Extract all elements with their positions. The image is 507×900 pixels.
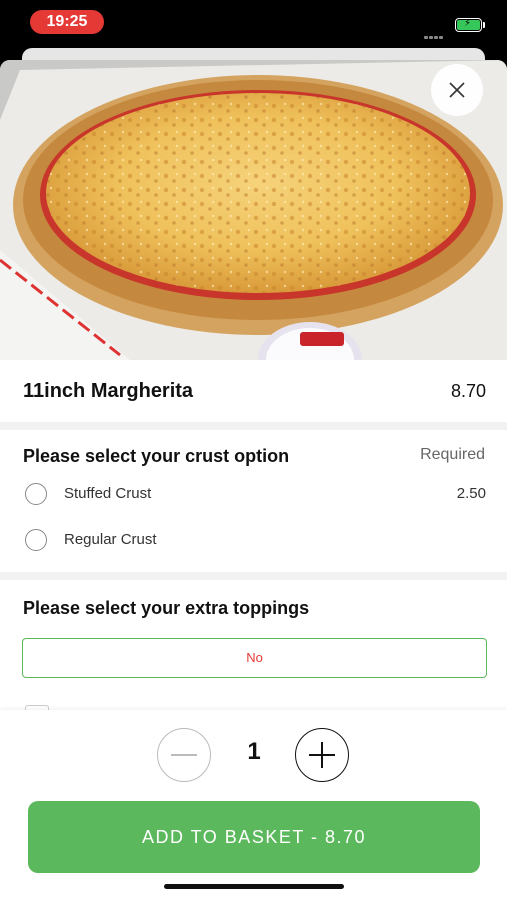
quantity-value: 1 [247,738,261,765]
status-time: 19:25 [30,10,104,34]
battery-charging-icon: ⚡ [455,18,482,32]
status-bar: 19:25 ⚡ [0,0,507,46]
crust-option-regular[interactable]: Regular Crust [0,520,507,560]
toppings-section-title: Please select your extra toppings [23,598,310,618]
pizza-image [0,60,507,360]
battery-cap [483,22,485,28]
option-label: Stuffed Crust [64,485,152,502]
option-price: 2.50 [456,485,486,502]
signal-icon [424,26,448,39]
close-button[interactable] [431,64,483,116]
home-indicator [164,884,344,889]
item-title-row: 11inch Margherita 8.70 [0,360,507,422]
close-icon [449,82,465,98]
required-label: Required [420,446,485,463]
plus-icon-vertical [321,742,323,768]
crust-option-stuffed[interactable]: Stuffed Crust 2.50 [0,474,507,514]
no-toppings-button[interactable]: No [22,638,487,678]
item-title: 11inch Margherita [23,380,194,402]
crust-section-title: Please select your crust option [23,446,290,466]
minus-icon [171,754,197,756]
decrease-quantity-button[interactable] [157,728,211,782]
increase-quantity-button[interactable] [295,728,349,782]
item-detail-sheet: 11inch Margherita 8.70 Please select you… [0,60,507,900]
radio-button[interactable] [25,529,47,551]
option-label: Regular Crust [64,531,157,548]
radio-button[interactable] [25,483,47,505]
section-divider [0,572,507,580]
add-to-basket-button[interactable]: ADD TO BASKET - 8.70 [28,801,480,873]
item-price: 8.70 [450,381,486,401]
section-divider [0,422,507,430]
